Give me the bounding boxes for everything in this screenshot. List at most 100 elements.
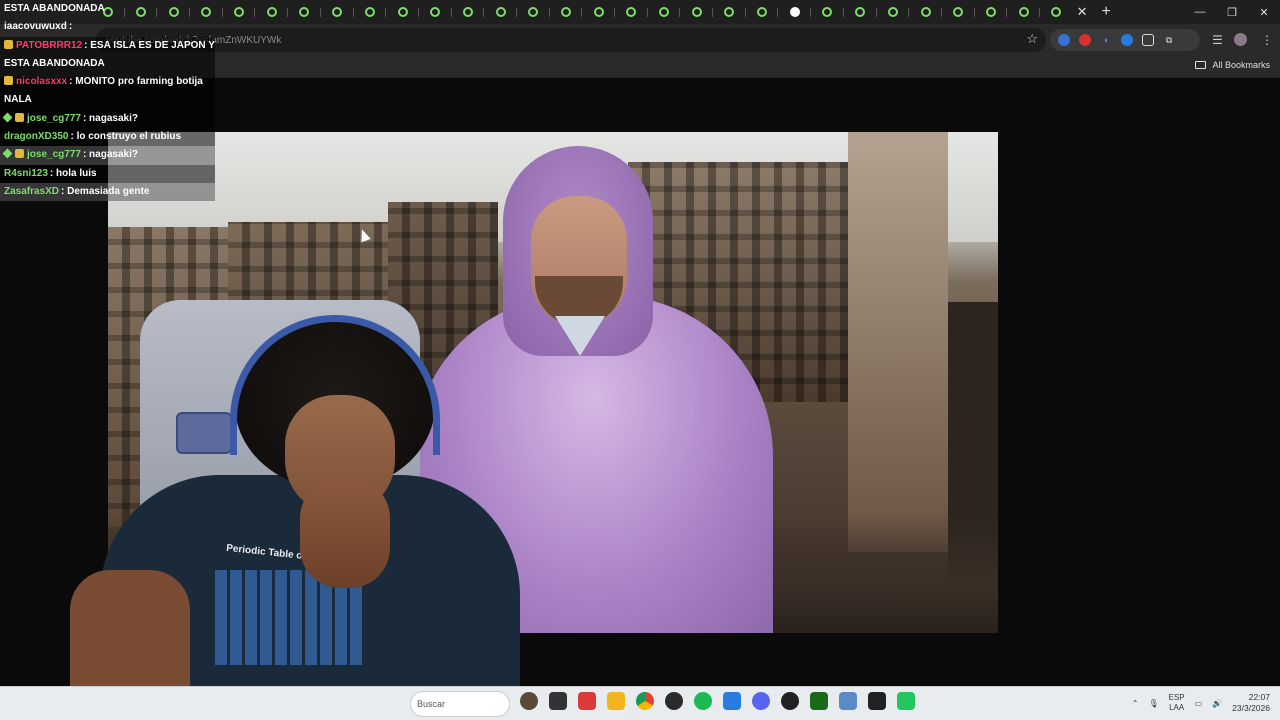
tab[interactable] xyxy=(615,0,648,24)
extension-icon[interactable] xyxy=(1142,34,1154,46)
app-icon[interactable] xyxy=(520,692,538,710)
puzzle-icon[interactable]: ⧉ xyxy=(1163,34,1175,46)
tab[interactable] xyxy=(517,0,550,24)
spotify-icon[interactable] xyxy=(694,692,712,710)
tab-favicon-icon xyxy=(234,7,245,17)
media-queue-icon[interactable]: ☰ xyxy=(1212,33,1223,47)
extension-icon[interactable] xyxy=(1079,34,1091,46)
tab-favicon-icon xyxy=(560,7,571,17)
streamer-arm xyxy=(70,570,190,688)
tab[interactable] xyxy=(942,0,975,24)
tab[interactable] xyxy=(648,0,681,24)
tab[interactable] xyxy=(680,0,714,24)
minimize-button[interactable]: — xyxy=(1184,0,1216,24)
tab-favicon-icon xyxy=(920,7,931,17)
chat-badge-icon xyxy=(4,76,13,86)
tab-close-button[interactable]: ✕ xyxy=(1077,4,1088,20)
chat-user: dragonXD350 xyxy=(4,131,69,143)
tab-favicon-icon xyxy=(855,7,866,17)
bookmark-star-icon[interactable]: ☆ xyxy=(1026,31,1038,47)
tab-favicon-icon xyxy=(593,7,604,17)
microphone-icon[interactable]: 🎙 xyxy=(1148,699,1158,708)
tab-current[interactable] xyxy=(1040,0,1073,24)
tab-favicon-icon xyxy=(1051,7,1062,17)
tab[interactable] xyxy=(223,0,256,24)
tab[interactable] xyxy=(909,0,942,24)
chat-user: jose_cg777 xyxy=(27,149,81,161)
lang-top: ESP xyxy=(1168,693,1185,702)
chrome-icon[interactable] xyxy=(636,692,654,710)
language-indicator[interactable]: ESP LAA xyxy=(1169,693,1185,713)
tab[interactable] xyxy=(288,0,321,24)
restore-button[interactable]: ❐ xyxy=(1216,0,1248,24)
tab[interactable] xyxy=(321,0,354,24)
chat-text: : nagasaki? xyxy=(82,149,138,161)
chat-message: dragonXD350: lo construyo el rubius xyxy=(0,128,215,147)
app-icon[interactable] xyxy=(578,692,596,710)
menu-icon[interactable]: ⋮ xyxy=(1261,33,1273,47)
tab-favicon-icon xyxy=(495,7,506,17)
all-bookmarks-button[interactable]: All Bookmarks xyxy=(1195,60,1270,70)
chat-message: NALA xyxy=(0,91,215,110)
tab[interactable] xyxy=(452,0,485,24)
epic-games-icon[interactable] xyxy=(868,692,886,710)
tab[interactable] xyxy=(877,0,910,24)
taskbar-search[interactable]: Buscar xyxy=(410,691,510,717)
tab[interactable] xyxy=(550,0,583,24)
tab[interactable] xyxy=(582,0,615,24)
app-icon[interactable] xyxy=(781,692,799,710)
tab[interactable] xyxy=(713,0,746,24)
tab-favicon-icon xyxy=(430,7,441,17)
screen: ✕ + — ❐ ✕ youtube.com/watch?v=famZnWKUYW… xyxy=(0,0,1280,720)
network-icon[interactable]: ▭ xyxy=(1195,699,1203,708)
chat-text: : MONITO pro farming botija xyxy=(69,76,203,88)
tab-favicon-icon xyxy=(822,7,833,17)
chat-overlay: ESTA ABANDONADA iaacovuwuxd: PATOBRRR12:… xyxy=(0,0,215,202)
chat-message: ESTA ABANDONADA xyxy=(0,0,215,18)
close-window-button[interactable]: ✕ xyxy=(1248,0,1280,24)
chat-message: ESTA ABANDONADA xyxy=(0,54,215,74)
new-tab-button[interactable]: + xyxy=(1102,3,1111,21)
tab[interactable] xyxy=(1007,0,1040,24)
chevron-up-icon[interactable]: ⌃ xyxy=(1132,699,1139,708)
clock[interactable]: 22:07 23/3/2026 xyxy=(1232,692,1270,714)
tab[interactable] xyxy=(844,0,877,24)
tab[interactable] xyxy=(386,0,419,24)
discord-icon[interactable] xyxy=(752,692,770,710)
chat-user: PATOBRRR12 xyxy=(16,39,83,51)
tab-active[interactable] xyxy=(778,0,812,24)
volume-icon[interactable]: 🔊 xyxy=(1212,699,1222,708)
tab[interactable] xyxy=(484,0,517,24)
diamond-badge-icon xyxy=(2,148,13,159)
tab-favicon-icon xyxy=(691,7,702,17)
omnibox[interactable]: youtube.com/watch?v=famZnWKUYWk ☆ xyxy=(96,28,1046,52)
chat-text: : Demasiada gente xyxy=(61,185,150,197)
chat-text: : ESA ISLA ES DE JAPON Y xyxy=(84,39,215,51)
extension-icon[interactable] xyxy=(1058,34,1070,46)
extension-icon[interactable]: ◗ xyxy=(1100,34,1112,46)
task-view-icon[interactable] xyxy=(549,692,567,710)
file-explorer-icon[interactable] xyxy=(607,692,625,710)
extension-icon[interactable] xyxy=(1121,34,1133,46)
app-icon[interactable] xyxy=(897,692,915,710)
calculator-icon[interactable] xyxy=(839,692,857,710)
app-icon[interactable] xyxy=(810,692,828,710)
diamond-badge-icon xyxy=(2,112,13,123)
tab-favicon-icon xyxy=(659,7,670,17)
chat-message: iaacovuwuxd: xyxy=(0,18,215,36)
folder-icon xyxy=(1195,61,1207,69)
tab[interactable] xyxy=(811,0,844,24)
chat-user: ZasafrasXD xyxy=(4,185,60,197)
avatar[interactable] xyxy=(1234,33,1247,46)
tab[interactable] xyxy=(419,0,452,24)
app-icon[interactable] xyxy=(723,692,741,710)
app-icon[interactable] xyxy=(665,692,683,710)
extensions-group: ◗ ⧉ xyxy=(1050,29,1200,51)
tab[interactable] xyxy=(255,0,289,24)
tab[interactable] xyxy=(975,0,1008,24)
all-bookmarks-label: All Bookmarks xyxy=(1212,60,1270,70)
tab[interactable] xyxy=(354,0,387,24)
chat-badge-icon xyxy=(4,39,13,49)
tab[interactable] xyxy=(746,0,779,24)
chat-text: ESTA ABANDONADA xyxy=(4,57,105,69)
